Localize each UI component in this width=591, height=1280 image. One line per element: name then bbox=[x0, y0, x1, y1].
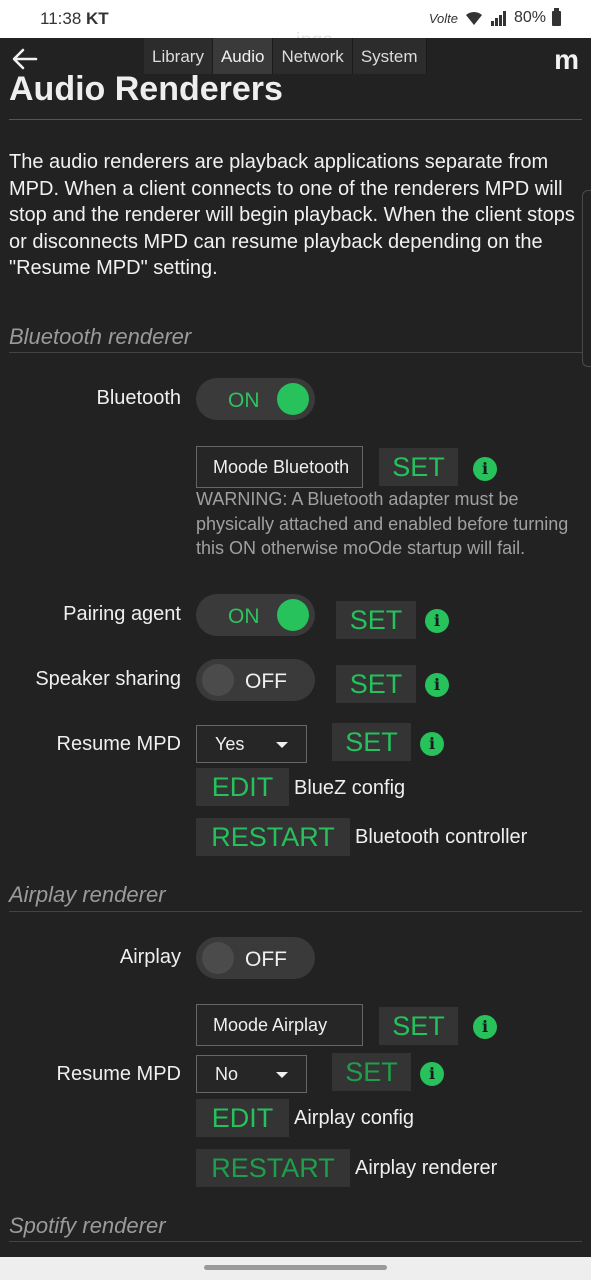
toggle-knob bbox=[277, 599, 309, 631]
pairing-agent-label: Pairing agent bbox=[63, 603, 181, 625]
carrier-label: KT bbox=[86, 9, 109, 28]
volte-icon: Volte bbox=[428, 10, 458, 26]
bluez-config-label: BlueZ config bbox=[294, 777, 406, 799]
tab-system[interactable]: System bbox=[353, 38, 427, 74]
bluetooth-section-title: Bluetooth renderer bbox=[9, 324, 192, 349]
bluez-edit-button[interactable]: EDIT bbox=[196, 768, 289, 806]
bluetooth-name-set-button[interactable]: SET bbox=[379, 448, 458, 486]
home-gesture-handle[interactable] bbox=[204, 1265, 387, 1270]
airplay-resume-mpd-label: Resume MPD bbox=[56, 1063, 181, 1085]
airplay-name-field[interactable]: Moode Airplay bbox=[196, 1004, 363, 1046]
bluetooth-controller-label: Bluetooth controller bbox=[355, 826, 528, 848]
pairing-agent-toggle[interactable]: ON bbox=[196, 594, 315, 636]
wifi-icon bbox=[465, 11, 482, 25]
info-icon[interactable]: i bbox=[473, 457, 497, 481]
airplay-toggle-state: OFF bbox=[245, 948, 287, 971]
title-divider bbox=[9, 119, 582, 120]
status-time: 11:38 KT bbox=[40, 9, 109, 29]
tab-library[interactable]: Library bbox=[144, 38, 213, 74]
bluetooth-toggle[interactable]: ON bbox=[196, 378, 315, 420]
signal-icon bbox=[490, 11, 506, 26]
bluetooth-resume-mpd-label: Resume MPD bbox=[56, 733, 181, 755]
info-icon[interactable]: i bbox=[425, 609, 449, 633]
intro-text: The audio renderers are playback applica… bbox=[9, 151, 575, 279]
airplay-resume-mpd-value: No bbox=[215, 1064, 239, 1084]
airplay-resume-mpd-set-button[interactable]: SET bbox=[332, 1053, 411, 1091]
spotify-section-title: Spotify renderer bbox=[9, 1213, 166, 1238]
speaker-sharing-label: Speaker sharing bbox=[35, 668, 181, 690]
status-icons: Volte 80% bbox=[428, 7, 561, 27]
spotify-section-divider bbox=[9, 1241, 582, 1242]
airplay-name-set-button[interactable]: SET bbox=[379, 1007, 458, 1045]
speaker-sharing-toggle[interactable]: OFF bbox=[196, 659, 315, 701]
bluetooth-resume-mpd-select[interactable]: Yes bbox=[196, 725, 307, 763]
bluetooth-toggle-state: ON bbox=[228, 389, 260, 412]
info-icon[interactable]: i bbox=[420, 1062, 444, 1086]
clock: 11:38 bbox=[40, 9, 82, 28]
battery-icon bbox=[552, 7, 561, 26]
info-icon[interactable]: i bbox=[420, 732, 444, 756]
bluetooth-label: Bluetooth bbox=[96, 387, 181, 409]
info-icon[interactable]: i bbox=[473, 1015, 497, 1039]
dropdown-caret-icon bbox=[276, 742, 288, 748]
bluetooth-section-divider bbox=[9, 352, 582, 353]
speaker-sharing-set-button[interactable]: SET bbox=[336, 665, 416, 703]
pairing-agent-set-button[interactable]: SET bbox=[336, 601, 416, 639]
battery-percent: 80% bbox=[513, 9, 546, 26]
moode-logo[interactable]: m bbox=[554, 44, 579, 76]
bluetooth-resume-mpd-set-button[interactable]: SET bbox=[332, 723, 411, 761]
bluetooth-restart-button[interactable]: RESTART bbox=[196, 818, 350, 856]
scroll-indicator[interactable] bbox=[582, 190, 591, 367]
airplay-section-title: Airplay renderer bbox=[9, 882, 166, 907]
pairing-agent-toggle-state: ON bbox=[228, 605, 260, 628]
bluetooth-resume-mpd-value: Yes bbox=[215, 734, 245, 754]
airplay-renderer-label: Airplay renderer bbox=[355, 1157, 498, 1179]
airplay-section-divider bbox=[9, 911, 582, 912]
toggle-knob bbox=[202, 942, 234, 974]
airplay-restart-button[interactable]: RESTART bbox=[196, 1149, 350, 1187]
tab-audio[interactable]: Audio bbox=[212, 38, 274, 74]
toggle-knob bbox=[202, 664, 234, 696]
toggle-knob bbox=[277, 383, 309, 415]
bluetooth-warning: WARNING: A Bluetooth adapter must be phy… bbox=[196, 489, 569, 558]
tab-network[interactable]: Network bbox=[273, 38, 353, 74]
speaker-sharing-toggle-state: OFF bbox=[245, 670, 287, 693]
bluetooth-name-field[interactable]: Moode Bluetooth bbox=[196, 446, 363, 488]
system-nav-bar bbox=[0, 1257, 591, 1280]
airplay-edit-button[interactable]: EDIT bbox=[196, 1099, 289, 1137]
page-title: Audio Renderers bbox=[9, 70, 283, 108]
airplay-label: Airplay bbox=[119, 946, 181, 968]
airplay-resume-mpd-select[interactable]: No bbox=[196, 1055, 307, 1093]
dropdown-caret-icon bbox=[276, 1072, 288, 1078]
info-icon[interactable]: i bbox=[425, 673, 449, 697]
airplay-config-label: Airplay config bbox=[294, 1107, 415, 1129]
airplay-toggle[interactable]: OFF bbox=[196, 937, 315, 979]
tab-bar: Library Audio Network System bbox=[144, 38, 427, 74]
